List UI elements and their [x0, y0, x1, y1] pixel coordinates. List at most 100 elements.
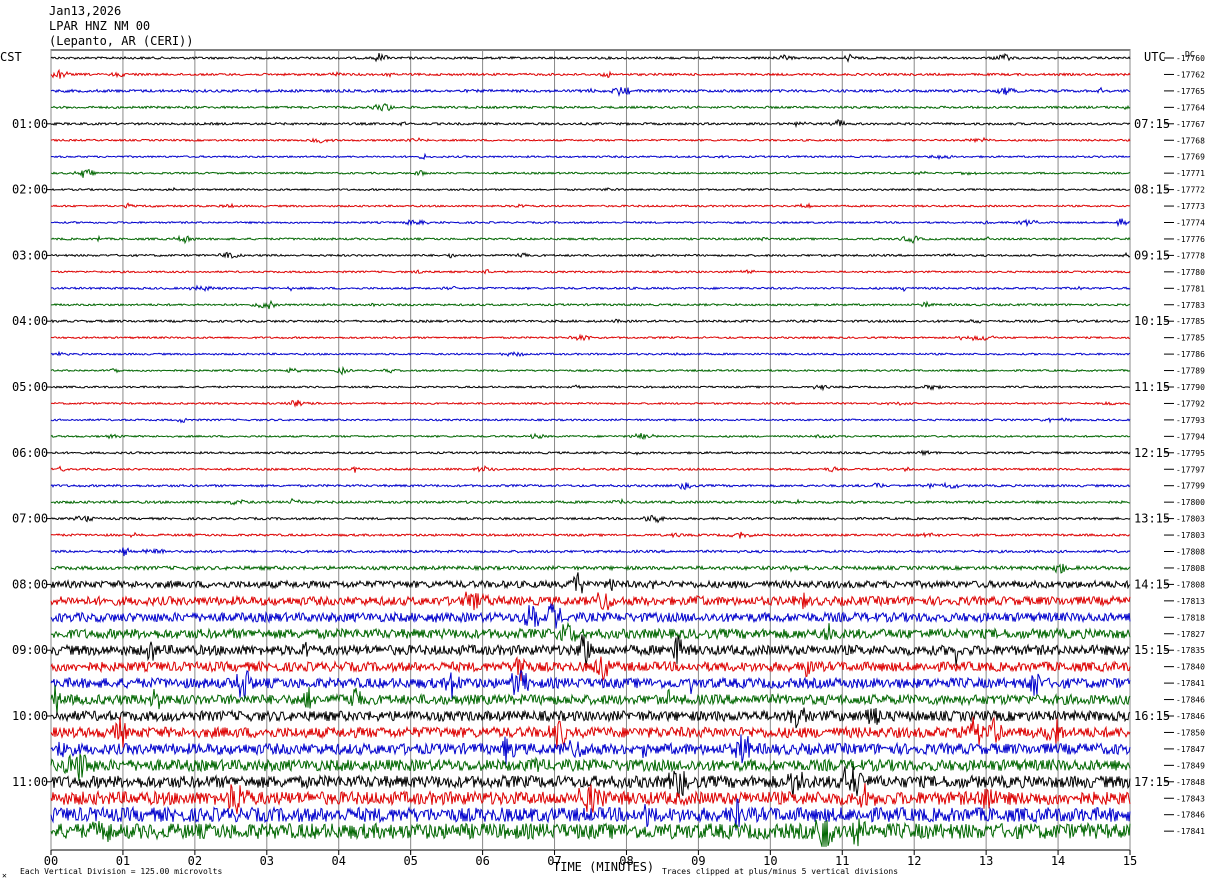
- seismic-trace: [50, 634, 1131, 666]
- left-hour-label: 11:00: [12, 775, 48, 789]
- seismic-trace: [50, 103, 1131, 112]
- dc-offset-label: -17778: [1176, 251, 1205, 260]
- clip-note: Traces clipped at plus/minus 5 vertical …: [662, 867, 899, 876]
- x-axis-label: TIME (MINUTES): [553, 860, 655, 874]
- dc-offset-label: -17840: [1176, 663, 1205, 672]
- seismic-trace: [50, 68, 1131, 79]
- left-hour-label: 04:00: [12, 314, 48, 328]
- x-tick-label: 11: [835, 854, 849, 868]
- left-hour-label: 05:00: [12, 380, 48, 394]
- seismic-trace: [50, 621, 1131, 642]
- dc-offset-label: -17789: [1176, 367, 1205, 376]
- dc-offset-label: -17767: [1176, 120, 1205, 129]
- seismic-trace: [50, 432, 1131, 440]
- x-tick-label: 00: [44, 854, 58, 868]
- dc-offset-label: -17849: [1176, 761, 1205, 770]
- dc-offset-label: -17773: [1176, 202, 1205, 211]
- x-tick-label: 10: [763, 854, 777, 868]
- x-tick-label: 15: [1123, 854, 1137, 868]
- dc-offset-label: -17794: [1176, 432, 1205, 441]
- dc-offset-label: -17795: [1176, 449, 1205, 458]
- seismic-trace: [50, 186, 1131, 192]
- seismic-trace: [50, 685, 1131, 715]
- dc-offset-label: -17800: [1176, 498, 1205, 507]
- seismic-trace: [50, 531, 1131, 539]
- left-hour-label: 08:00: [12, 577, 48, 591]
- seismic-trace: [50, 514, 1131, 524]
- dc-offset-label: -17847: [1176, 745, 1205, 754]
- dc-offset-label: -17803: [1176, 531, 1205, 540]
- dc-offset-label: -17797: [1176, 465, 1205, 474]
- dc-offset-label: -17846: [1176, 696, 1205, 705]
- seismic-trace: [50, 365, 1131, 376]
- right-hour-label: 07:15: [1134, 117, 1170, 131]
- seismic-trace: [50, 572, 1131, 594]
- right-hour-label: 14:15: [1134, 577, 1170, 591]
- seismic-trace: [50, 152, 1131, 161]
- dc-offset-label: -17846: [1176, 712, 1205, 721]
- right-hour-label: 16:15: [1134, 709, 1170, 723]
- x-tick-label: 09: [691, 854, 705, 868]
- dc-offset-label: -17818: [1176, 613, 1205, 622]
- dc-offset-label: -17764: [1176, 103, 1205, 112]
- seismic-trace: [50, 481, 1131, 491]
- seismic-trace: [50, 399, 1131, 408]
- seismic-trace: [50, 202, 1131, 209]
- dc-offset-label: -17843: [1176, 794, 1205, 803]
- dc-offset-label: -17827: [1176, 630, 1205, 639]
- dc-offset-label: -17803: [1176, 515, 1205, 524]
- right-hour-label: 08:15: [1134, 183, 1170, 197]
- seismic-trace: [50, 234, 1131, 245]
- seismic-trace: [50, 591, 1131, 611]
- seismic-trace: [50, 465, 1131, 473]
- seismic-trace: [50, 118, 1131, 129]
- seismic-trace: [50, 350, 1131, 358]
- dc-offset-label: -17841: [1176, 827, 1205, 836]
- scale-note: Each Vertical Division = 125.00 microvol…: [20, 867, 223, 876]
- right-hour-label: 13:15: [1134, 512, 1170, 526]
- dc-offset-label: -17786: [1176, 350, 1205, 359]
- left-hour-label: 10:00: [12, 709, 48, 723]
- dc-offset-label: -17776: [1176, 235, 1205, 244]
- dc-offset-label: -17785: [1176, 334, 1205, 343]
- seismic-trace: [50, 603, 1131, 629]
- x-tick-label: 01: [116, 854, 130, 868]
- dc-offset-label: -17765: [1176, 87, 1205, 96]
- corner-mark: ✕: [2, 871, 7, 880]
- left-hour-label: 09:00: [12, 643, 48, 657]
- x-tick-label: 06: [475, 854, 489, 868]
- left-hour-label: 06:00: [12, 446, 48, 460]
- seismic-trace: [50, 333, 1131, 342]
- dc-offset-label: -17780: [1176, 268, 1205, 277]
- dc-offset-label: -17772: [1176, 186, 1205, 195]
- x-tick-label: 13: [979, 854, 993, 868]
- right-hour-label: 15:15: [1134, 643, 1170, 657]
- dc-offset-label: -17813: [1176, 597, 1205, 606]
- seismic-trace: [50, 563, 1131, 574]
- right-hour-label: 10:15: [1134, 314, 1170, 328]
- seismic-trace: [50, 547, 1131, 557]
- dc-offset-label: -17808: [1176, 580, 1205, 589]
- x-tick-label: 05: [403, 854, 417, 868]
- right-hour-label: 12:15: [1134, 446, 1170, 460]
- dc-offset-label: -17781: [1176, 284, 1205, 293]
- seismic-trace: [50, 707, 1131, 729]
- seismic-trace: [50, 168, 1131, 178]
- seismic-trace: [50, 136, 1131, 144]
- dc-offset-label: -17846: [1176, 811, 1205, 820]
- dc-offset-label: -17760: [1176, 54, 1205, 63]
- left-hour-label: 07:00: [12, 512, 48, 526]
- dc-offset-label: -17771: [1176, 169, 1205, 178]
- seismic-trace: [50, 218, 1131, 228]
- right-hour-label: 11:15: [1134, 380, 1170, 394]
- dc-offset-label: -17783: [1176, 301, 1205, 310]
- helicorder-plot: 00 01 02 03 04 05 06 07 08 09 10 11 12 13 14 15-17760-1…: [12, 49, 1205, 868]
- seismic-trace: [50, 669, 1131, 699]
- dc-offset-label: -17792: [1176, 399, 1205, 408]
- dc-offset-label: -17808: [1176, 564, 1205, 573]
- left-hour-label: 02:00: [12, 183, 48, 197]
- dc-offset-label: -17769: [1176, 153, 1205, 162]
- dc-offset-label: -17785: [1176, 317, 1205, 326]
- left-hour-label: 01:00: [12, 117, 48, 131]
- seismic-trace: [50, 299, 1131, 310]
